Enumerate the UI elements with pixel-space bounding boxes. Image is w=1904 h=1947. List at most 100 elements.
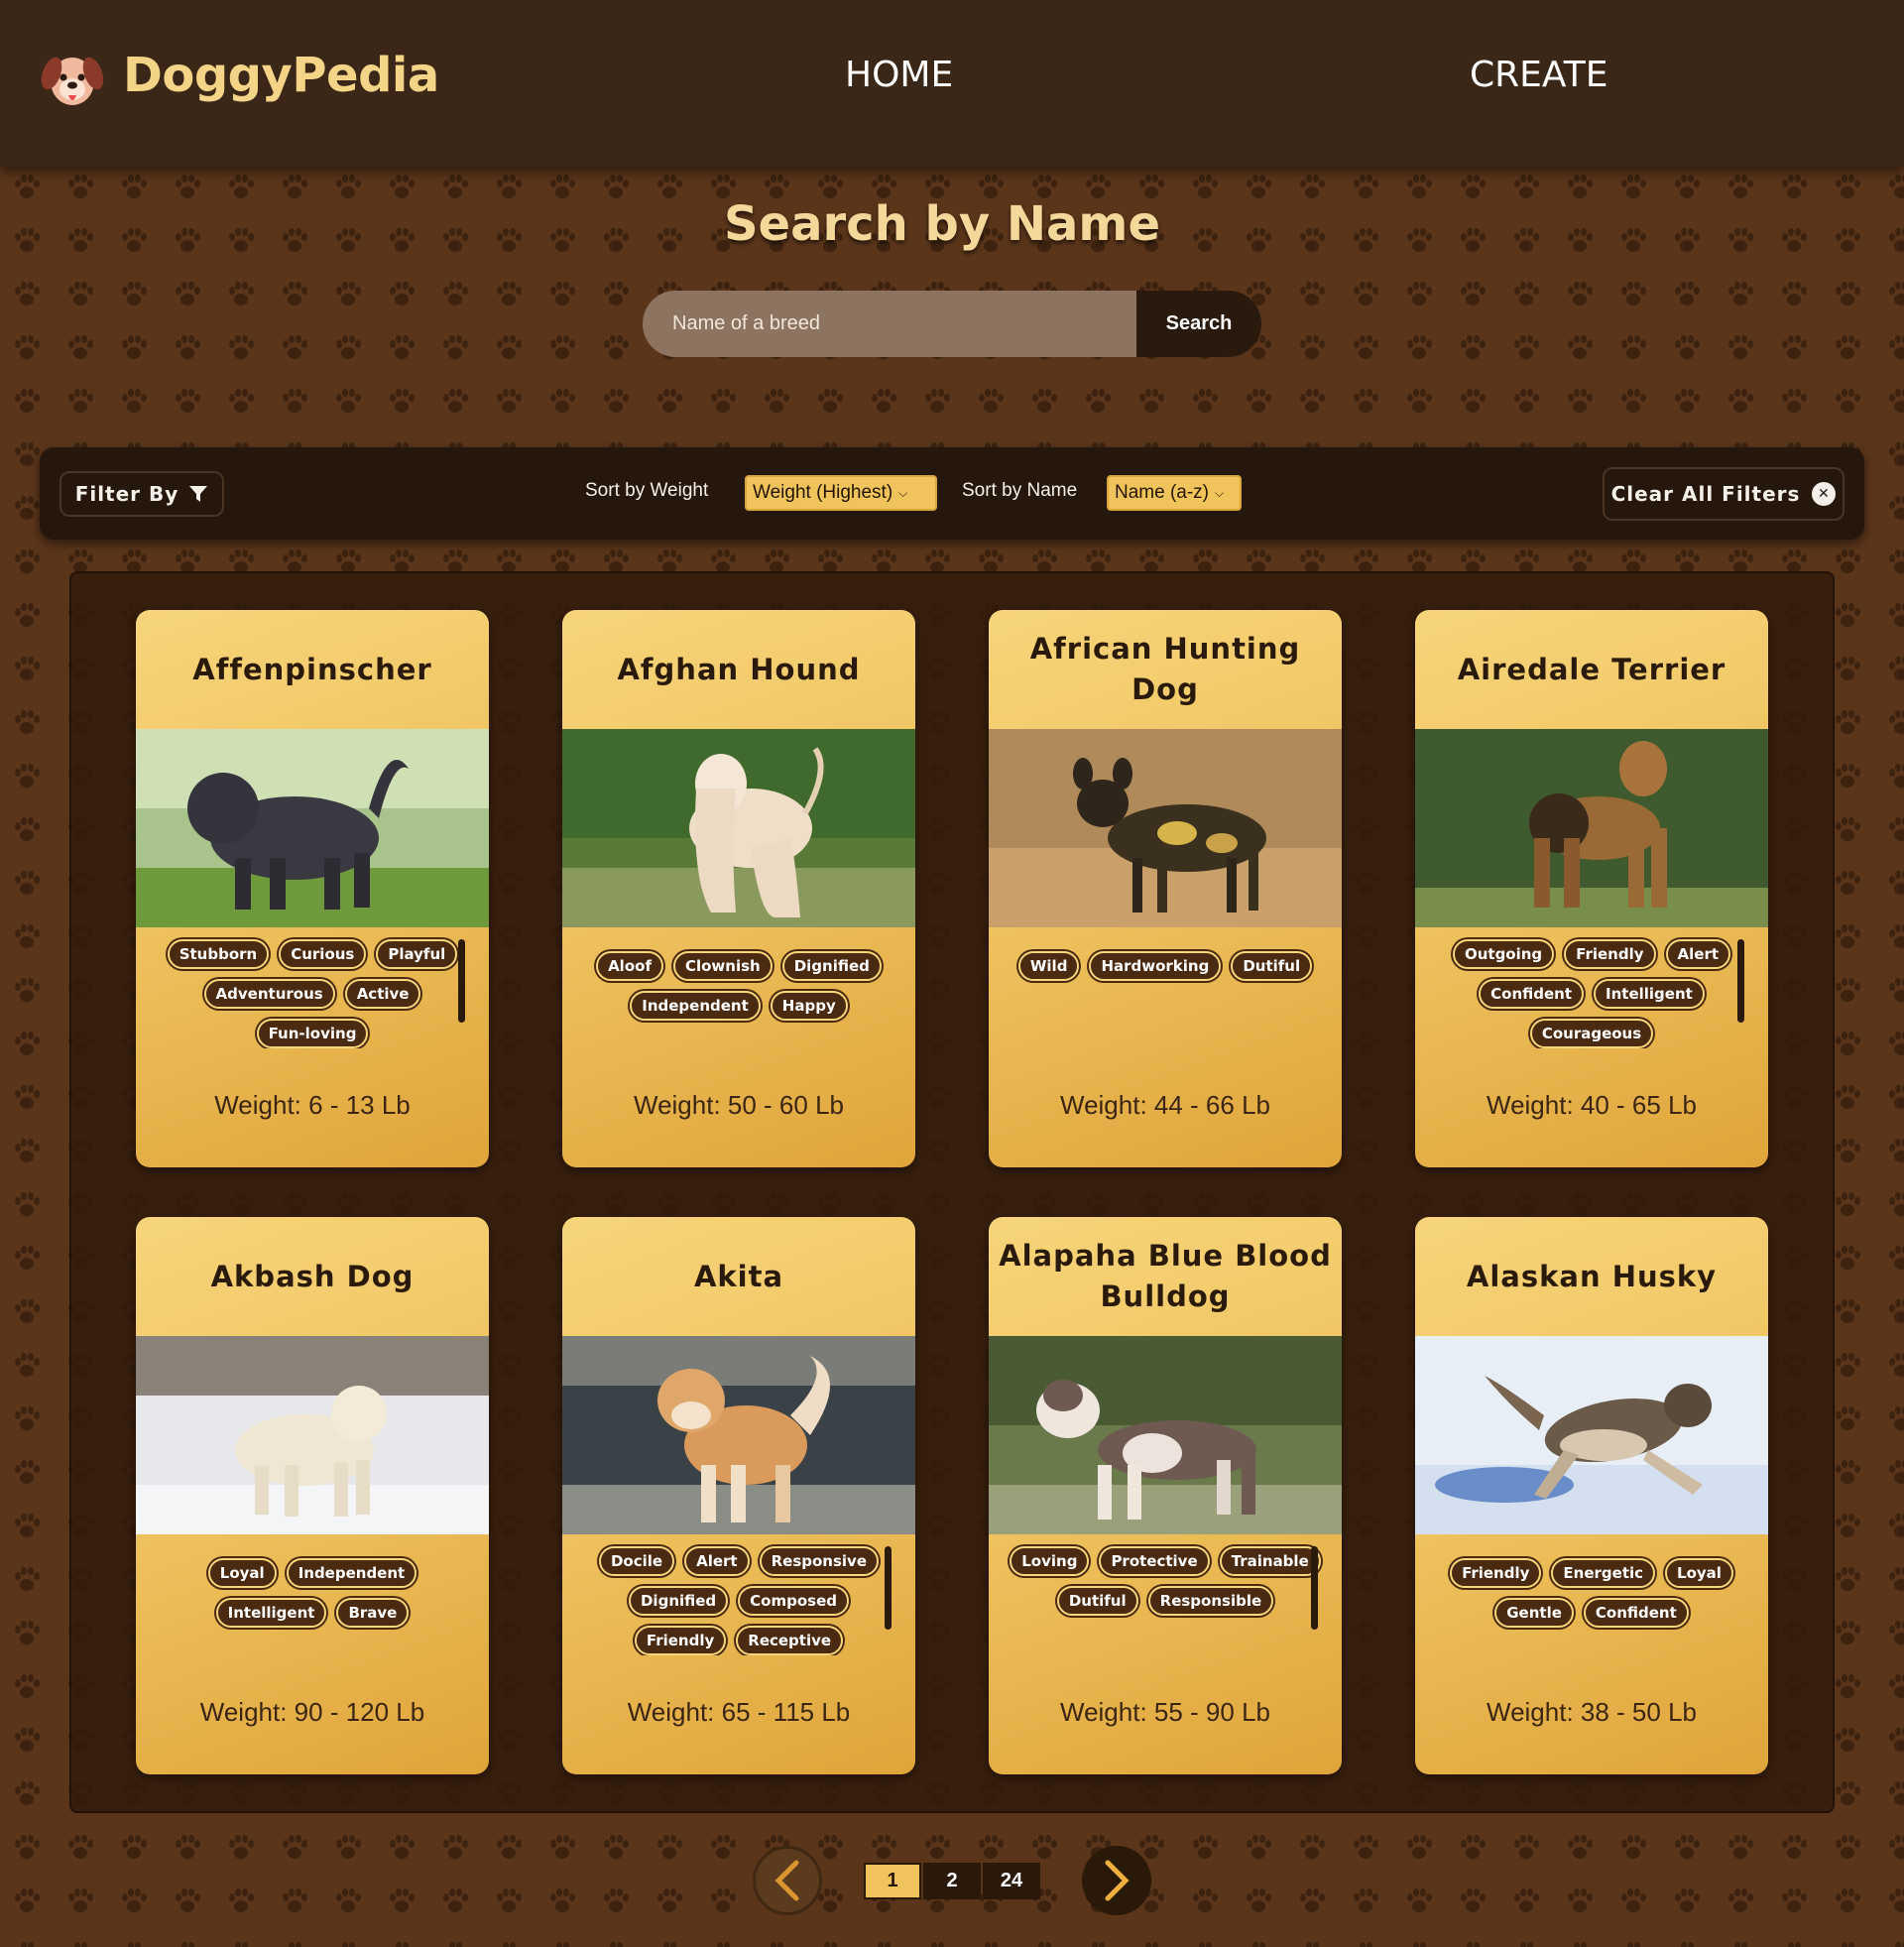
temperament-tag: Dignified xyxy=(781,951,882,981)
temperament-tag: Fun-loving xyxy=(256,1019,369,1048)
breed-card[interactable]: Airedale Terrier Outgoing Friendly Alert… xyxy=(1415,610,1768,1167)
temperament-tag: Alert xyxy=(684,1546,750,1576)
temperament-list[interactable]: Docile Alert Responsive Dignified Compos… xyxy=(580,1544,897,1655)
filter-bar: Filter By Sort by Weight Weight (Highest… xyxy=(40,447,1864,540)
scrollbar[interactable] xyxy=(1737,939,1744,1023)
temperament-tag: Dutiful xyxy=(1056,1586,1138,1616)
prev-page-button[interactable] xyxy=(753,1846,822,1915)
breed-weight: Weight: 55 - 90 Lb xyxy=(1060,1697,1270,1727)
close-icon: ✕ xyxy=(1812,482,1837,506)
breed-weight: Weight: 44 - 66 Lb xyxy=(1060,1090,1270,1120)
temperament-tag: Independent xyxy=(630,991,761,1021)
breed-name: Alapaha Blue Blood Bulldog xyxy=(999,1239,1332,1313)
nav-home-link[interactable]: HOME xyxy=(845,55,953,95)
temperament-tag: Dignified xyxy=(628,1586,729,1616)
temperament-list[interactable]: Aloof Clownish Dignified Independent Hap… xyxy=(580,937,897,1060)
search-input[interactable] xyxy=(643,291,1138,357)
temperament-tag: Energetic xyxy=(1551,1558,1656,1588)
clear-filters-button[interactable]: Clear All Filters ✕ xyxy=(1603,467,1844,521)
temperament-tag: Responsive xyxy=(759,1546,879,1576)
breed-grid: Affenpinscher Stubborn Curious Playful A… xyxy=(69,571,1835,1813)
temperament-tag: Confident xyxy=(1583,1598,1689,1628)
temperament-tag: Loyal xyxy=(207,1558,277,1588)
breed-card[interactable]: Affenpinscher Stubborn Curious Playful A… xyxy=(136,610,489,1167)
search-title: Search by Name xyxy=(723,196,1160,252)
breed-card[interactable]: Akbash Dog Loyal Independent Intelligent… xyxy=(136,1217,489,1774)
breed-name: Afghan Hound xyxy=(617,652,861,686)
temperament-tag: Adventurous xyxy=(203,979,335,1009)
breed-name: African Hunting Dog xyxy=(1029,632,1301,706)
brand-title[interactable]: DoggyPedia xyxy=(123,48,439,103)
page-button[interactable]: 24 xyxy=(983,1863,1040,1899)
breed-weight: Weight: 50 - 60 Lb xyxy=(634,1090,844,1120)
breed-weight: Weight: 6 - 13 Lb xyxy=(214,1090,411,1120)
page-button[interactable]: 2 xyxy=(923,1863,981,1899)
temperament-tag: Confident xyxy=(1479,979,1585,1009)
temperament-tag: Intelligent xyxy=(215,1598,327,1628)
nav-create-link[interactable]: CREATE xyxy=(1470,55,1607,95)
temperament-list[interactable]: Friendly Energetic Loyal Gentle Confiden… xyxy=(1433,1544,1750,1667)
scrollbar[interactable] xyxy=(458,939,465,1023)
breed-name: Airedale Terrier xyxy=(1457,652,1726,686)
temperament-tag: Brave xyxy=(336,1598,410,1628)
breed-weight: Weight: 40 - 65 Lb xyxy=(1487,1090,1697,1120)
temperament-list[interactable]: Outgoing Friendly Alert Confident Intell… xyxy=(1433,937,1750,1048)
temperament-tag: Docile xyxy=(598,1546,675,1576)
search-button[interactable]: Search xyxy=(1136,291,1261,357)
temperament-tag: Loyal xyxy=(1665,1558,1733,1588)
sort-name-label: Sort by Name xyxy=(962,480,1078,501)
temperament-list[interactable]: Stubborn Curious Playful Adventurous Act… xyxy=(154,937,471,1048)
temperament-tag: Happy xyxy=(770,991,848,1021)
temperament-tag: Responsible xyxy=(1147,1586,1274,1616)
temperament-tag: Loving xyxy=(1010,1546,1090,1576)
breed-card[interactable]: African Hunting Dog Wild Hardworking Dut… xyxy=(989,610,1342,1167)
sort-weight-select[interactable]: Weight (Highest) ⌵ xyxy=(745,475,937,511)
sort-name-select[interactable]: Name (a-z) ⌵ xyxy=(1107,475,1242,511)
temperament-tag: Aloof xyxy=(596,951,663,981)
breed-card[interactable]: Alapaha Blue Blood Bulldog Loving Protec… xyxy=(989,1217,1342,1774)
temperament-tag: Independent xyxy=(286,1558,417,1588)
scrollbar[interactable] xyxy=(1311,1546,1318,1630)
temperament-tag: Stubborn xyxy=(167,939,270,969)
temperament-list[interactable]: Loving Protective Trainable Dutiful Resp… xyxy=(1007,1544,1324,1655)
temperament-tag: Trainable xyxy=(1219,1546,1321,1576)
temperament-tag: Courageous xyxy=(1529,1019,1654,1048)
navbar: DoggyPedia HOME CREATE xyxy=(0,0,1904,167)
breed-image xyxy=(136,729,489,927)
breed-card[interactable]: Afghan Hound Aloof Clownish Dignified In… xyxy=(562,610,915,1167)
breed-name: Akbash Dog xyxy=(210,1259,415,1293)
temperament-tag: Playful xyxy=(376,939,458,969)
temperament-tag: Alert xyxy=(1665,939,1731,969)
temperament-tag: Dutiful xyxy=(1231,951,1313,981)
temperament-tag: Friendly xyxy=(634,1626,727,1655)
chevron-down-icon: ⌵ xyxy=(1215,485,1225,500)
temperament-tag: Clownish xyxy=(672,951,773,981)
temperament-tag: Friendly xyxy=(1564,939,1656,969)
breed-name: Alaskan Husky xyxy=(1466,1259,1718,1293)
temperament-tag: Protective xyxy=(1099,1546,1210,1576)
temperament-tag: Intelligent xyxy=(1594,979,1705,1009)
breed-name: Akita xyxy=(693,1259,784,1293)
temperament-tag: Curious xyxy=(279,939,367,969)
breed-image xyxy=(1415,1336,1768,1534)
breed-weight: Weight: 65 - 115 Lb xyxy=(627,1697,851,1727)
filter-by-label: Filter By xyxy=(74,482,179,506)
filter-by-button[interactable]: Filter By xyxy=(60,471,224,517)
next-page-button[interactable] xyxy=(1082,1846,1151,1915)
temperament-tag: Friendly xyxy=(1450,1558,1542,1588)
chevron-down-icon: ⌵ xyxy=(898,485,908,500)
scrollbar[interactable] xyxy=(885,1546,892,1630)
breed-weight: Weight: 38 - 50 Lb xyxy=(1487,1697,1697,1727)
temperament-tag: Hardworking xyxy=(1089,951,1222,981)
temperament-list[interactable]: Wild Hardworking Dutiful xyxy=(1007,937,1324,1060)
page-button[interactable]: 1 xyxy=(864,1863,921,1899)
temperament-tag: Composed xyxy=(738,1586,849,1616)
temperament-tag: Outgoing xyxy=(1452,939,1555,969)
temperament-tag: Gentle xyxy=(1494,1598,1574,1628)
temperament-list[interactable]: Loyal Independent Intelligent Brave xyxy=(154,1544,471,1667)
breed-image xyxy=(989,729,1342,927)
breed-card[interactable]: Akita Docile Alert Responsive Dignified … xyxy=(562,1217,915,1774)
breed-card[interactable]: Alaskan Husky Friendly Energetic Loyal G… xyxy=(1415,1217,1768,1774)
breed-image xyxy=(562,729,915,927)
dog-logo-icon[interactable] xyxy=(40,50,105,111)
